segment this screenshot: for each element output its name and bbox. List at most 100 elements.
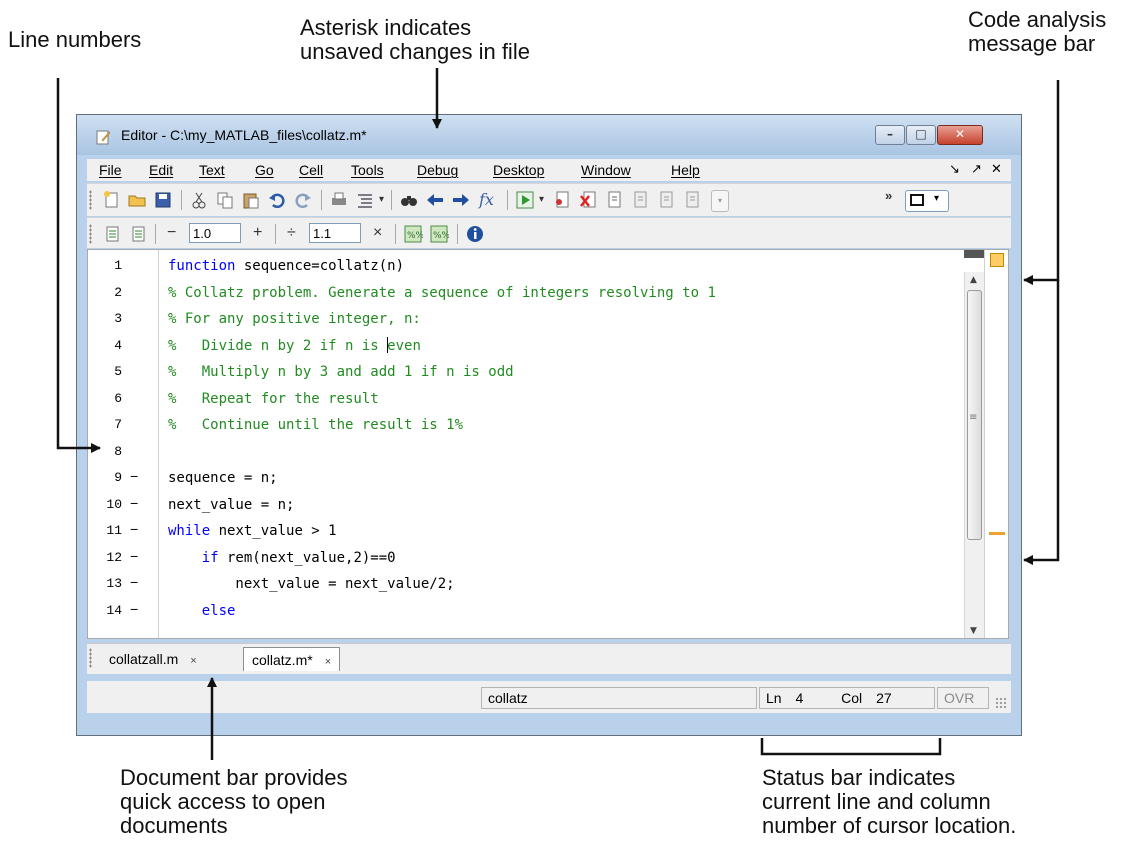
toolbar-dropdown[interactable]: ▾ [711, 190, 729, 212]
dock-icon[interactable]: ↘ [949, 161, 960, 177]
breakpoint-marker[interactable]: − [130, 493, 138, 517]
find-icon[interactable] [399, 190, 419, 210]
insert-cell-icon[interactable] [101, 224, 121, 244]
breakpoint-marker[interactable]: − [130, 466, 138, 490]
menu-cell[interactable]: Cell [299, 162, 323, 178]
step-in-icon[interactable] [631, 190, 651, 210]
line-value: 4 [795, 690, 804, 706]
scroll-down-icon[interactable]: ▼ [970, 626, 977, 636]
analysis-warning-marker[interactable] [989, 532, 1005, 535]
code-analysis-bar[interactable] [984, 250, 1008, 638]
line-number: 11 [106, 523, 122, 538]
function-browser-icon[interactable]: fx [479, 190, 494, 209]
open-folder-icon[interactable] [127, 190, 147, 210]
set-breakpoint-icon[interactable] [553, 190, 573, 210]
smart-indent-icon[interactable] [355, 190, 375, 210]
line-number: 5 [114, 364, 122, 379]
clear-breakpoints-icon[interactable] [579, 190, 599, 210]
analysis-status-indicator[interactable] [990, 253, 1004, 267]
toolbar-grip[interactable] [89, 224, 92, 244]
close-button[interactable]: ✕ [937, 125, 983, 145]
menu-edit[interactable]: Edit [149, 162, 173, 178]
menu-desktop[interactable]: Desktop [493, 162, 544, 178]
leader-code-analysis-mark [1023, 280, 1060, 565]
code-line[interactable]: 11− while next_value > 1 [88, 519, 968, 543]
callout-text: Status bar indicates [762, 765, 956, 790]
close-tab-icon[interactable]: × [190, 655, 196, 667]
callout-text: number of cursor location. [762, 813, 1017, 838]
resize-grip-icon[interactable] [995, 697, 1007, 709]
menu-window[interactable]: Window [581, 162, 631, 178]
menu-help[interactable]: Help [671, 162, 700, 178]
increment-button[interactable]: + [253, 224, 262, 242]
code-line[interactable]: 14− else [88, 599, 968, 623]
step-out-icon[interactable] [657, 190, 677, 210]
toolbar-grip[interactable] [89, 190, 92, 210]
code-line[interactable]: 9− sequence = n; [88, 466, 968, 490]
print-icon[interactable] [329, 190, 349, 210]
menu-file[interactable]: File [99, 162, 122, 178]
copy-icon[interactable] [215, 190, 235, 210]
close-tab-icon[interactable]: × [325, 656, 331, 668]
menu-text[interactable]: Text [199, 162, 225, 178]
back-arrow-icon[interactable] [425, 190, 445, 210]
code-line[interactable]: 6 % Repeat for the result [88, 387, 968, 411]
code-line[interactable]: 3 % For any positive integer, n: [88, 307, 968, 331]
code-line[interactable]: 1 function sequence=collatz(n) [88, 254, 968, 278]
info-icon[interactable] [465, 224, 485, 244]
code-line[interactable]: 8 [88, 440, 968, 464]
decrement-value-field[interactable]: 1.0 [189, 223, 241, 243]
divide-button[interactable]: ÷ [287, 224, 296, 242]
title-bar[interactable]: Editor - C:\my_MATLAB_files\collatz.m* –… [77, 115, 1021, 155]
minimize-button[interactable]: – [875, 125, 905, 145]
breakpoint-marker[interactable]: − [130, 519, 138, 543]
code-line[interactable]: 4 % Divide n by 2 if n is even [88, 334, 968, 358]
decrement-button[interactable]: − [167, 224, 176, 242]
doc-tab-collatz[interactable]: collatz.m* × [243, 647, 341, 671]
cell-list-icon[interactable] [127, 224, 147, 244]
callout-text: Document bar provides [120, 765, 348, 790]
dropdown-icon[interactable]: ▾ [379, 194, 384, 205]
code-line[interactable]: 13− next_value = next_value/2; [88, 572, 968, 596]
docbar-grip[interactable] [89, 648, 92, 668]
menu-tools[interactable]: Tools [351, 162, 384, 178]
undo-icon[interactable] [267, 190, 287, 210]
code-line[interactable]: 5 % Multiply n by 3 and add 1 if n is odd [88, 360, 968, 384]
divide-value-field[interactable]: 1.1 [309, 223, 361, 243]
breakpoint-marker[interactable]: − [130, 599, 138, 623]
redo-icon[interactable] [293, 190, 313, 210]
undock-icon[interactable]: ↗ [971, 161, 982, 177]
menu-debug[interactable]: Debug [417, 162, 458, 178]
menu-go[interactable]: Go [255, 162, 274, 178]
toolbar-separator [457, 224, 458, 244]
code-line[interactable]: 7 % Continue until the result is 1% [88, 413, 968, 437]
close-editor-icon[interactable]: ✕ [991, 161, 1002, 177]
evaluate-cell-icon[interactable]: %% [403, 224, 423, 244]
run-icon[interactable] [515, 190, 535, 210]
code-line[interactable]: 2 % Collatz problem. Generate a sequence … [88, 281, 968, 305]
maximize-button[interactable]: □ [906, 125, 936, 145]
scroll-up-icon[interactable]: ▲ [970, 275, 977, 285]
evaluate-advance-icon[interactable]: %% [429, 224, 449, 244]
step-icon[interactable] [605, 190, 625, 210]
new-file-icon[interactable] [101, 190, 121, 210]
breakpoint-marker[interactable]: − [130, 572, 138, 596]
overflow-chevron-icon[interactable]: » [885, 188, 892, 203]
run-dropdown-icon[interactable]: ▾ [539, 194, 544, 205]
layout-dropdown[interactable]: ▾ [905, 190, 949, 212]
toolbar-separator [391, 190, 392, 210]
paste-icon[interactable] [241, 190, 261, 210]
multiply-button[interactable]: × [373, 224, 382, 242]
cut-icon[interactable] [189, 190, 209, 210]
continue-icon[interactable] [683, 190, 703, 210]
breakpoint-marker[interactable]: − [130, 546, 138, 570]
code-editor[interactable]: 1 function sequence=collatz(n) 2 % Collatz … [87, 249, 1009, 639]
code-rest: rem(next_value,2)==0 [218, 549, 396, 566]
code-line[interactable]: 12− if rem(next_value,2)==0 [88, 546, 968, 570]
code-line[interactable]: 10− next_value = n; [88, 493, 968, 517]
save-icon[interactable] [153, 190, 173, 210]
doc-tab-collatzall[interactable]: collatzall.m × [101, 647, 205, 671]
forward-arrow-icon[interactable] [451, 190, 471, 210]
vertical-scrollbar[interactable]: ▲ ≡ ▼ [964, 272, 985, 638]
editor-window: Editor - C:\my_MATLAB_files\collatz.m* –… [76, 114, 1022, 736]
